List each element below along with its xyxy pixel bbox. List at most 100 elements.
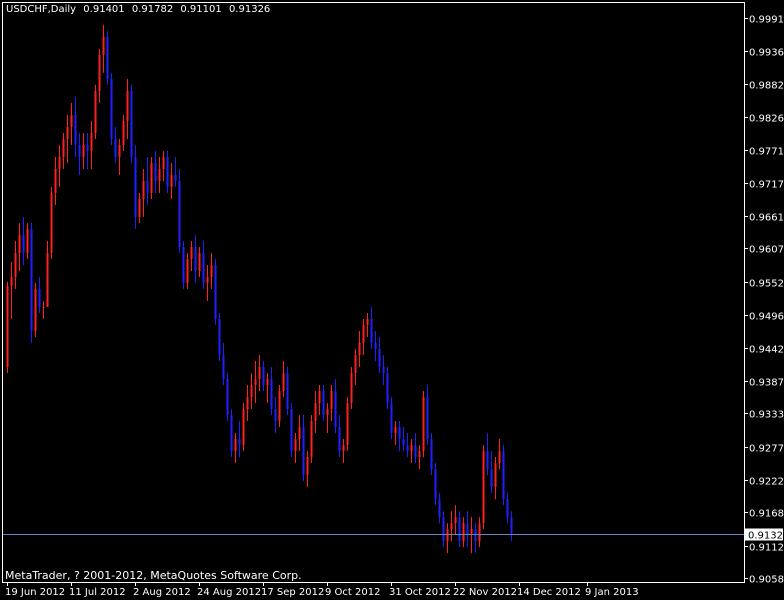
y-tick-label: 0.92775: [749, 444, 784, 455]
candle-body: [330, 391, 333, 410]
y-tick-label: 0.98265: [749, 114, 784, 125]
candle-body: [126, 90, 129, 121]
candle-body: [402, 439, 405, 446]
candle-body: [46, 252, 49, 308]
candle-body: [386, 373, 389, 404]
candle-body: [30, 228, 33, 332]
candle-body: [462, 523, 465, 542]
candle-body: [458, 517, 461, 542]
candle-body: [134, 156, 137, 217]
candle-body: [434, 469, 437, 500]
candle-body: [182, 246, 185, 283]
candle-body: [234, 439, 237, 452]
candle-body: [474, 529, 477, 542]
candle-body: [186, 258, 189, 283]
y-tick-label: 0.96075: [749, 245, 784, 256]
candle-body: [422, 397, 425, 452]
candle-body: [318, 391, 321, 404]
y-tick-label: 0.94425: [749, 345, 784, 356]
candle-body: [306, 457, 309, 476]
candle-body: [138, 198, 141, 217]
candle-body: [394, 427, 397, 434]
candle-body: [86, 144, 89, 151]
candle-body: [342, 445, 345, 452]
candle-body: [206, 276, 209, 283]
candle-body: [82, 144, 85, 157]
y-tick-label: 0.93870: [749, 378, 784, 389]
y-tick-label: 0.99360: [749, 48, 784, 59]
candle-body: [418, 451, 421, 458]
candle-body: [282, 373, 285, 392]
candle-body: [114, 138, 117, 157]
y-tick-label: 0.94965: [749, 312, 784, 323]
candle-body: [250, 385, 253, 398]
candle-body: [382, 367, 385, 374]
candle-body: [218, 319, 221, 356]
candle-body: [486, 451, 489, 470]
candle-body: [74, 114, 77, 145]
candle-body: [398, 427, 401, 440]
candle-body: [266, 379, 269, 386]
candle-body: [162, 156, 165, 169]
current-price-marker: 0.91326: [3, 528, 784, 542]
candle-body: [366, 319, 369, 326]
x-tick-label: 24 Aug 2012: [197, 587, 261, 598]
candle-body: [230, 415, 233, 452]
chart-frame: [2, 2, 745, 583]
candle-body: [334, 391, 337, 428]
candle-body: [446, 529, 449, 542]
candle-body: [286, 373, 289, 410]
y-tick-label: 0.92220: [749, 477, 784, 488]
copyright-notice: MetaTrader, ? 2001-2012, MetaQuotes Soft…: [5, 569, 302, 582]
candlestick-chart[interactable]: 0.99915 0.99360 0.98820 0.98265 0.97710 0.971…: [0, 0, 784, 600]
candle-body: [174, 174, 177, 181]
candles-group: [6, 24, 513, 554]
candle-body: [94, 90, 97, 133]
candle-body: [130, 90, 133, 157]
y-tick-label: 0.93330: [749, 410, 784, 421]
candle-body: [98, 54, 101, 91]
candle-body: [510, 517, 513, 534]
candle-body: [454, 517, 457, 524]
candle-body: [122, 120, 125, 145]
y-tick-label: 0.90585: [749, 575, 784, 586]
candle-body: [310, 421, 313, 458]
candle-body: [322, 391, 325, 416]
candle-body: [466, 523, 469, 536]
y-tick-label: 0.91125: [749, 543, 784, 554]
candle-body: [154, 162, 157, 181]
time-axis: 19 Jun 2012 11 Jul 2012 2 Aug 2012 24 Aug 2…: [5, 582, 639, 598]
candle-body: [274, 409, 277, 422]
candle-body: [302, 427, 305, 476]
candle-body: [6, 285, 9, 368]
candle-body: [202, 252, 205, 283]
candle-body: [346, 403, 349, 446]
price-axis: 0.99915 0.99360 0.98820 0.98265 0.97710 0.971…: [744, 15, 784, 586]
candle-body: [26, 228, 29, 253]
candle-body: [298, 427, 301, 440]
candle-body: [374, 343, 377, 350]
candle-body: [426, 397, 429, 440]
candle-body: [150, 162, 153, 193]
y-tick-label: 0.97710: [749, 147, 784, 158]
candle-body: [410, 445, 413, 452]
y-tick-label: 0.99915: [749, 15, 784, 26]
y-tick-label: 0.98820: [749, 81, 784, 92]
candle-body: [390, 403, 393, 434]
candle-body: [14, 252, 17, 277]
candle-body: [278, 391, 281, 422]
candle-body: [490, 469, 493, 488]
candle-body: [478, 523, 481, 542]
candle-body: [354, 355, 357, 374]
candle-body: [214, 264, 217, 320]
candle-body: [146, 180, 149, 193]
y-tick-label: 0.97170: [749, 180, 784, 191]
x-tick-label: 11 Jul 2012: [69, 587, 126, 598]
candle-body: [314, 403, 317, 422]
candle-body: [406, 445, 409, 452]
candle-body: [362, 325, 365, 344]
x-tick-label: 9 Jan 2013: [585, 587, 639, 598]
candle-body: [194, 246, 197, 271]
candle-body: [70, 114, 73, 127]
candle-body: [58, 156, 61, 169]
